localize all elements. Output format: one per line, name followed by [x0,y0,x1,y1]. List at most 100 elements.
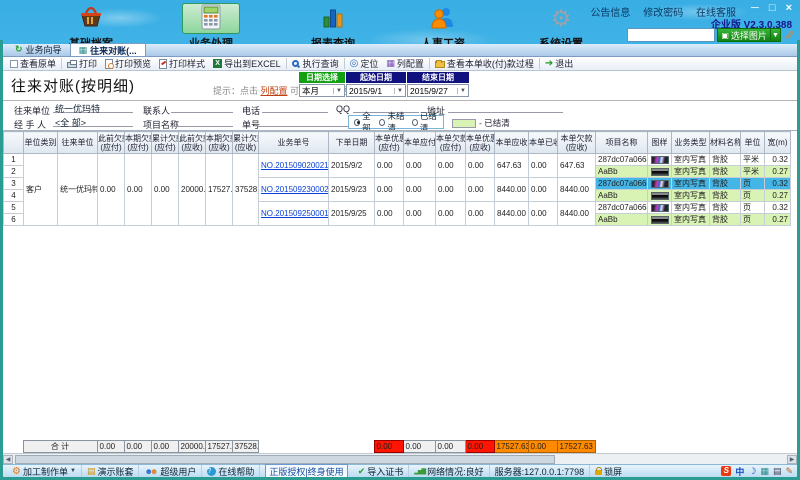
column-header[interactable]: 本期欠款(应付) [125,132,152,154]
order-number-link[interactable]: NO.201509250001 [261,209,329,218]
thumbnail-image[interactable] [651,192,669,200]
import-certificate-item[interactable]: ✔导入证书 [353,465,410,478]
minimize-button[interactable]: ─ [751,2,759,14]
column-header[interactable]: 业务单号 [259,132,329,154]
restore-button[interactable]: □ [769,2,776,14]
chinese-mode-icon[interactable]: 中 [735,465,744,478]
print-preview-button[interactable]: 打印预览 [101,57,155,70]
column-header[interactable]: 下单日期 [329,132,375,154]
project-name-field[interactable] [175,116,233,127]
column-header[interactable]: 此前欠款(应收) [179,132,206,154]
settled-swatch [452,119,476,128]
grid-icon[interactable]: ▦ [760,466,769,477]
contact-field[interactable] [171,102,233,113]
column-config-link[interactable]: 列配置 [261,86,288,96]
print-style-button[interactable]: 打印样式 [155,57,209,70]
check-icon: ✔ [358,466,366,477]
column-header[interactable]: 本单欠款(应收) [558,132,596,154]
column-header[interactable]: 业务类型 [672,132,710,154]
customer-field[interactable]: 统一优玛特 [53,102,133,113]
cell-project-name: AaBb [596,190,648,202]
total-receivable: 17527.63 [494,441,528,453]
online-help-item[interactable]: ?在线帮助 [202,465,260,478]
cell-customer-pre_pay: 0.00 [98,154,125,226]
demo-account-item[interactable]: ▤演示账套 [82,465,140,478]
choose-image-dropdown[interactable]: ▼ [771,28,781,42]
announcement-link[interactable]: 公告信息 [590,8,630,19]
thumbnail-image[interactable] [651,168,669,176]
tab-business-wizard[interactable]: ↻ 业务向导 [7,43,70,56]
handler-field[interactable]: <全 部> [53,116,133,127]
change-password-link[interactable]: 修改密码 [643,8,683,19]
pen-icon[interactable]: ✎ [785,466,793,477]
run-query-button[interactable]: 执行查询 [288,57,343,70]
print-button[interactable]: 打印 [63,57,101,70]
column-header[interactable]: 单位类别 [24,132,58,154]
column-header[interactable]: 往来单位 [58,132,98,154]
column-header[interactable]: 本单已收 [529,132,558,154]
column-header[interactable]: 图样 [648,132,672,154]
order-number-link[interactable]: NO.201509230002 [261,185,329,194]
field-label: 联系人 [143,104,170,117]
cell-thumbnail [648,178,672,190]
column-header[interactable]: 此前欠款(应付) [98,132,125,154]
moon-icon[interactable]: ☽ [748,466,756,477]
locate-button[interactable]: ◎定位 [346,57,383,70]
thumbnail-image[interactable] [651,216,669,224]
cell-disc_pay: 0.00 [375,154,404,178]
column-header[interactable]: 本单欠款(应付) [436,132,466,154]
work-order-menu[interactable]: ⚙加工制作单▼ [7,465,82,478]
exit-button[interactable]: ➔退出 [541,57,577,70]
close-button[interactable]: × [786,2,792,14]
date-filter: 日期选择 本月▼ 起始日期 2015/9/1▼ 结束日期 2015/9/27▼ [299,72,470,97]
thumbnail-image[interactable] [651,156,669,164]
start-date-select[interactable]: 2015/9/1▼ [346,84,406,97]
column-header[interactable]: 本单优惠(应付) [375,132,404,154]
sogou-logo[interactable]: S [721,466,731,476]
lock-screen-item[interactable]: 锁屏 [590,465,627,478]
column-config-button[interactable]: ▦列配置 [382,57,428,70]
address-field[interactable] [448,102,563,113]
table-row[interactable]: 1客户统一优玛特0.000.000.0020000.9017527.633752… [4,154,791,166]
cell-width: 0.32 [765,178,791,190]
radio-all[interactable] [354,119,360,126]
column-header[interactable] [4,132,24,154]
choose-image-button[interactable]: ▣ 选择图片 [717,28,771,42]
tab-reconciliation[interactable]: ▦ 往来对账(... [70,43,146,56]
column-header[interactable]: 累计欠款(应收) [233,132,259,154]
column-header[interactable]: 材料名称 [710,132,741,154]
phone-field[interactable] [262,102,328,113]
column-header[interactable]: 宽(m) [765,132,791,154]
end-date-select[interactable]: 2015/9/27▼ [407,84,469,97]
column-header[interactable]: 本期欠款(应收) [206,132,233,154]
scroll-right-arrow[interactable]: ▶ [787,455,797,464]
image-search-input[interactable] [627,28,715,42]
horizontal-scrollbar[interactable]: ◀ ▶ [3,453,797,464]
view-original-order-button[interactable]: 查看原单 [6,57,60,70]
column-header[interactable]: 本单应收 [495,132,529,154]
column-header[interactable]: 本单优惠(应收) [466,132,495,154]
column-header[interactable]: 本单应付 [404,132,436,154]
radio-unsettled[interactable] [379,119,385,126]
page-title: 往来对账(按明细) [11,75,135,96]
column-header[interactable]: 单位 [741,132,765,154]
radio-settled[interactable] [412,119,418,126]
order-no-field[interactable] [258,116,348,127]
payment-process-button[interactable]: 查看本单收(付)款过程 [431,57,538,70]
column-header[interactable]: 项目名称 [596,132,648,154]
row-number: 5 [4,202,24,214]
thumbnail-image[interactable] [651,180,669,188]
scroll-left-arrow[interactable]: ◀ [3,455,13,464]
date-mode-select[interactable]: 本月▼ [299,84,345,97]
settle-status-radios: 全部 未结清 已结清 [348,115,444,129]
totals-row: 合 计0.000.000.0020000.9017527.6337528.530… [3,440,790,453]
end-date-header: 结束日期 [407,72,469,83]
thumbnail-image[interactable] [651,204,669,212]
export-excel-button[interactable]: X导出到EXCEL [209,57,285,70]
column-header[interactable]: 累计欠款(应付) [152,132,179,154]
clipboard-icon[interactable]: ▤ [773,466,782,477]
cell-unit: 平米 [741,166,765,178]
cell-receivable: 8440.00 [495,202,529,226]
super-user-item[interactable]: ☻☻超级用户 [139,465,202,478]
order-number-link[interactable]: NO.201509020021 [261,161,329,170]
